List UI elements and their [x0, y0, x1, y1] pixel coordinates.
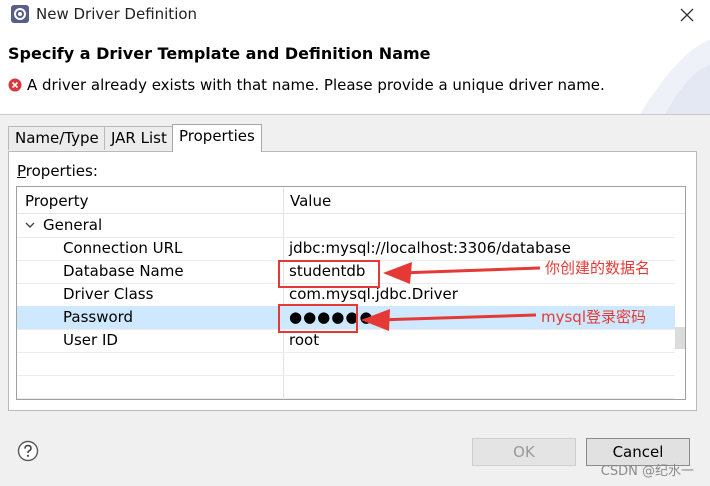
annotation-database-note: 你创建的数据名 — [545, 259, 651, 277]
property-value[interactable]: root — [289, 331, 319, 349]
group-row-general[interactable]: General — [17, 214, 675, 238]
watermark: CSDN @纪水一 — [600, 464, 694, 479]
app-gear-icon — [11, 5, 29, 23]
property-name: Password — [63, 308, 134, 326]
page-heading: Specify a Driver Template and Definition… — [8, 44, 431, 63]
group-label: General — [43, 216, 103, 234]
error-icon — [8, 78, 22, 92]
property-name: Connection URL — [63, 239, 183, 257]
annotation-password-note: mysql登录密码 — [541, 308, 646, 326]
error-message-row: A driver already exists with that name. … — [8, 76, 605, 94]
help-icon[interactable] — [17, 440, 39, 462]
wizard-header: Specify a Driver Template and Definition… — [0, 30, 710, 115]
property-value[interactable]: jdbc:mysql://localhost:3306/database — [289, 239, 571, 257]
error-message: A driver already exists with that name. … — [27, 76, 605, 94]
tab-properties[interactable]: Properties — [172, 124, 262, 152]
empty-row — [17, 375, 675, 399]
annotation-box-database — [278, 260, 380, 288]
tab-name-type[interactable]: Name/Type — [8, 126, 105, 150]
empty-row — [17, 352, 675, 376]
properties-table: Property Value General Connection URL jd… — [16, 186, 686, 400]
property-name: Database Name — [63, 262, 184, 280]
close-button[interactable] — [664, 0, 710, 30]
column-header-property[interactable]: Property — [25, 192, 88, 210]
ok-button[interactable]: OK — [472, 438, 576, 466]
window-title: New Driver Definition — [36, 5, 198, 23]
scrollbar-thumb[interactable] — [675, 327, 685, 349]
close-icon — [680, 8, 694, 22]
chevron-down-icon[interactable] — [25, 220, 35, 230]
column-header-value[interactable]: Value — [290, 192, 331, 210]
annotation-box-password — [278, 304, 358, 333]
table-header: Property Value — [17, 187, 685, 214]
property-name: User ID — [63, 331, 118, 349]
property-name: Driver Class — [63, 285, 154, 303]
title-bar: New Driver Definition — [0, 0, 710, 30]
header-banner-decoration — [640, 40, 710, 114]
tab-jar-list[interactable]: JAR List — [104, 126, 174, 150]
properties-label: Properties: — [17, 162, 98, 180]
